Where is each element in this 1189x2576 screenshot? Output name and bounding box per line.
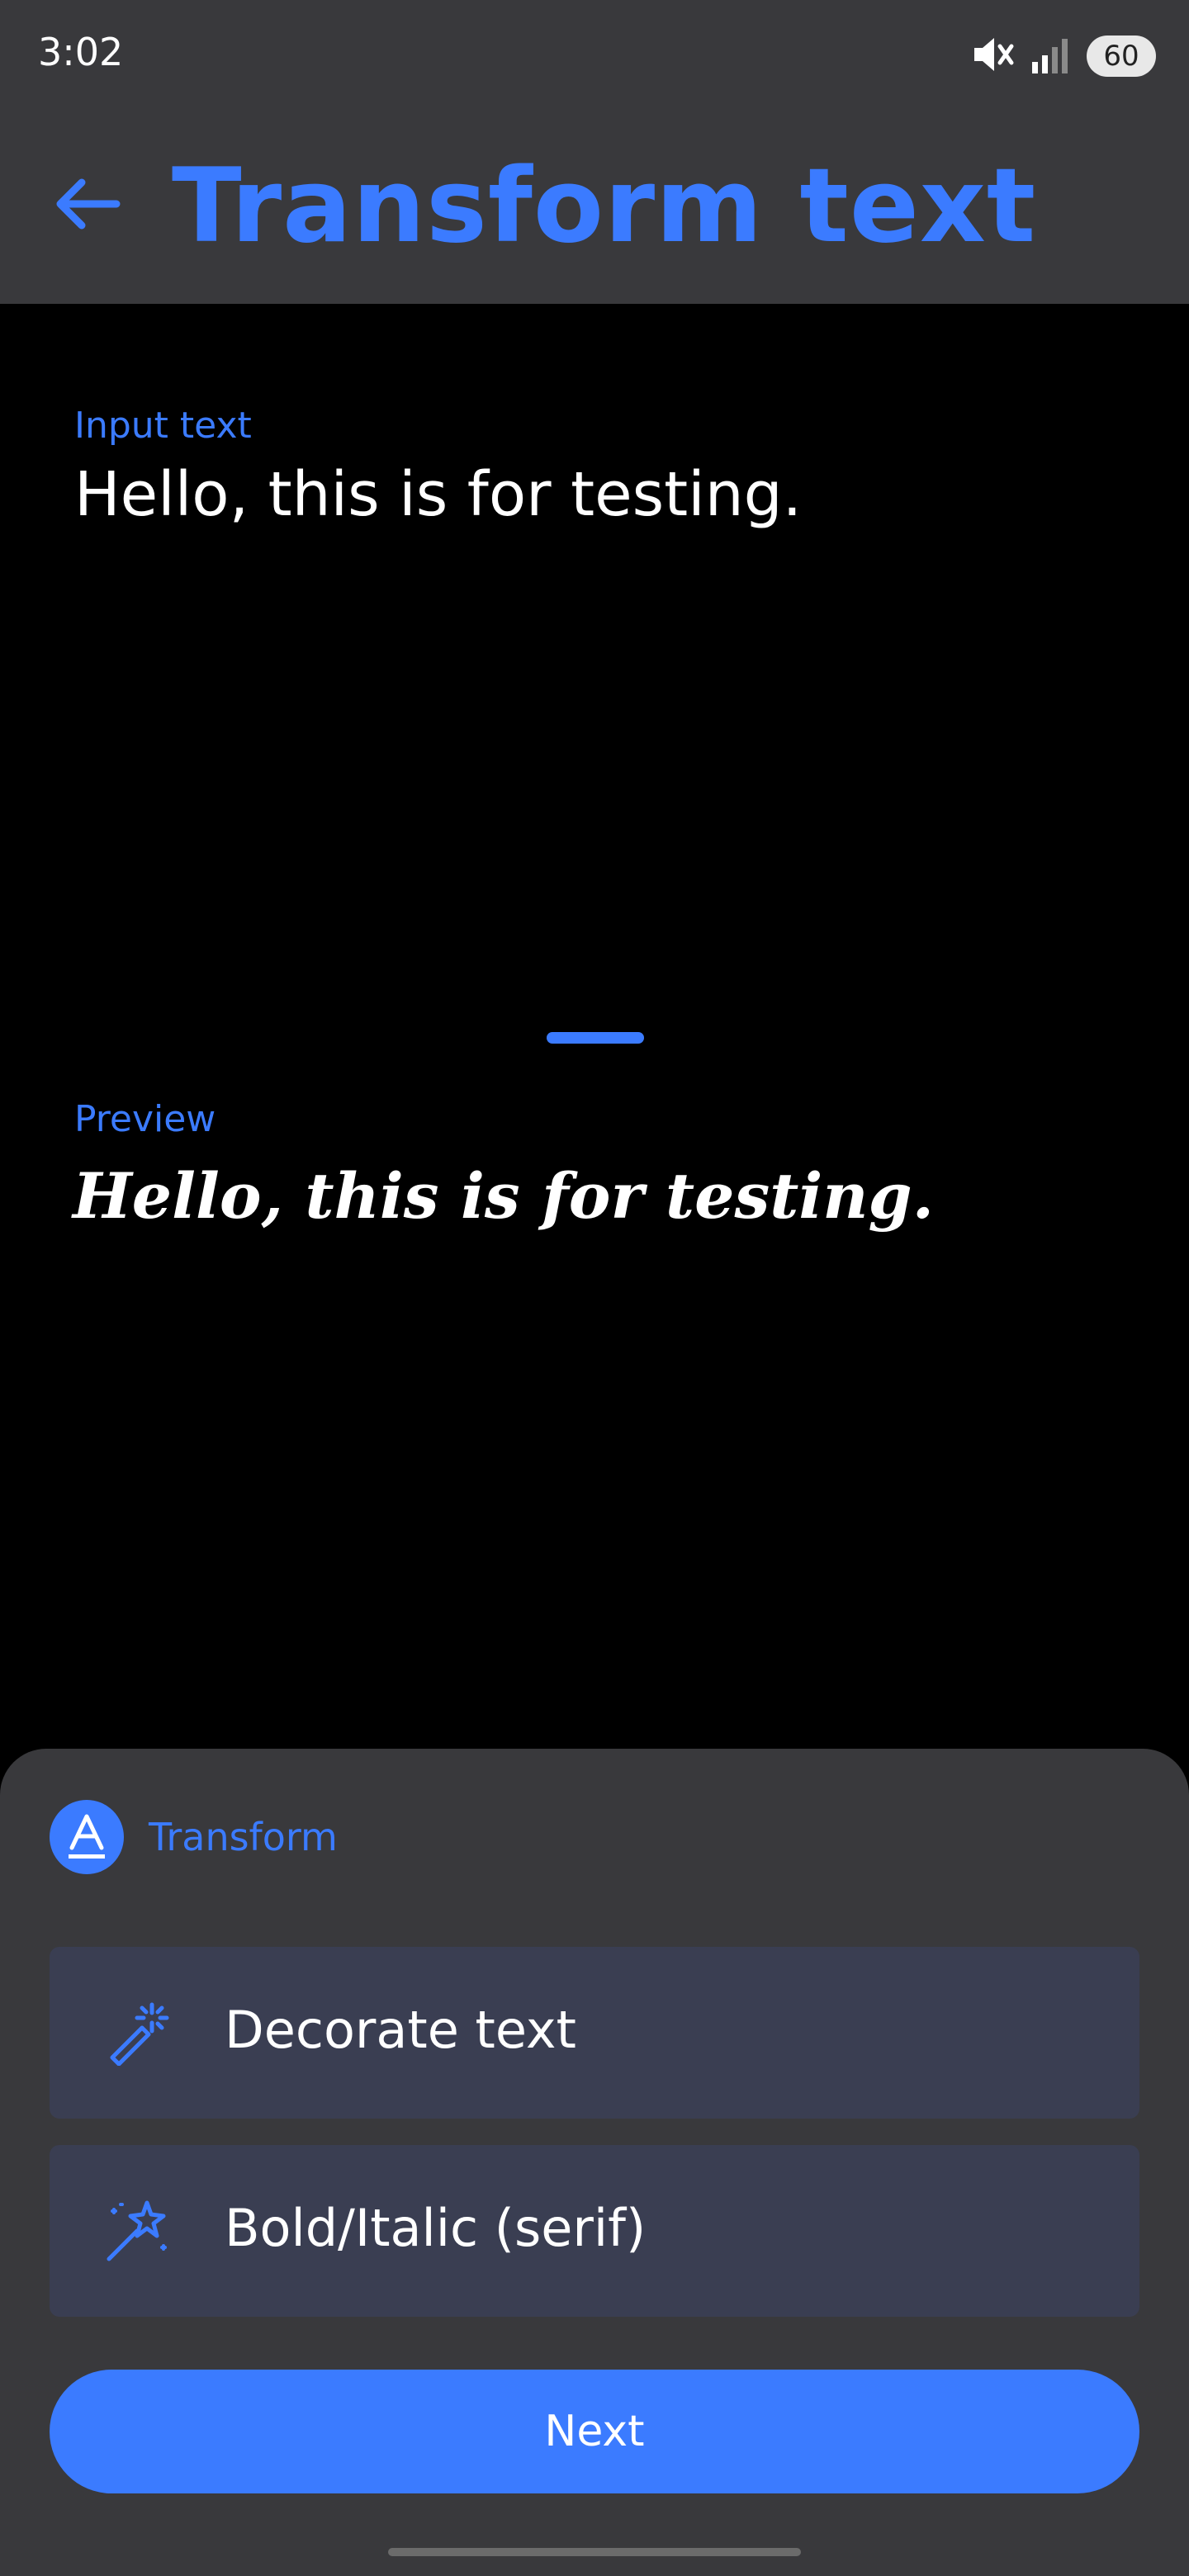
option-label: Decorate text [225, 2000, 576, 2060]
option-label: Bold/Italic (serif) [225, 2198, 647, 2258]
signal-icon [1030, 34, 1072, 78]
text-format-icon [50, 1800, 124, 1874]
preview-text: Hello, this is for testing. [73, 1159, 935, 1233]
app-bar: Transform text [0, 111, 1189, 304]
magic-wand-icon [99, 1995, 175, 2071]
status-icons: 60 [971, 33, 1156, 79]
home-indicator[interactable] [388, 2548, 801, 2556]
bold-italic-serif-option[interactable]: Bold/Italic (serif) [50, 2145, 1139, 2317]
sparkle-wand-icon [99, 2193, 175, 2269]
input-label: Input text [74, 405, 252, 447]
drag-handle[interactable] [547, 1032, 644, 1044]
input-text-field[interactable]: Hello, this is for testing. [74, 459, 1115, 530]
mute-icon [971, 34, 1016, 78]
page-title: Transform text [172, 147, 1037, 266]
arrow-left-icon [50, 175, 125, 236]
status-bar: 3:02 60 [0, 0, 1189, 111]
transform-sheet: Transform Decorate text Bold/Italic (ser… [0, 1749, 1189, 2576]
back-button[interactable] [46, 160, 129, 251]
battery-icon: 60 [1087, 36, 1156, 77]
status-time: 3:02 [38, 30, 124, 74]
sheet-title: Transform [149, 1815, 338, 1859]
preview-label: Preview [74, 1098, 216, 1140]
decorate-text-option[interactable]: Decorate text [50, 1947, 1139, 2119]
next-button[interactable]: Next [50, 2370, 1139, 2493]
